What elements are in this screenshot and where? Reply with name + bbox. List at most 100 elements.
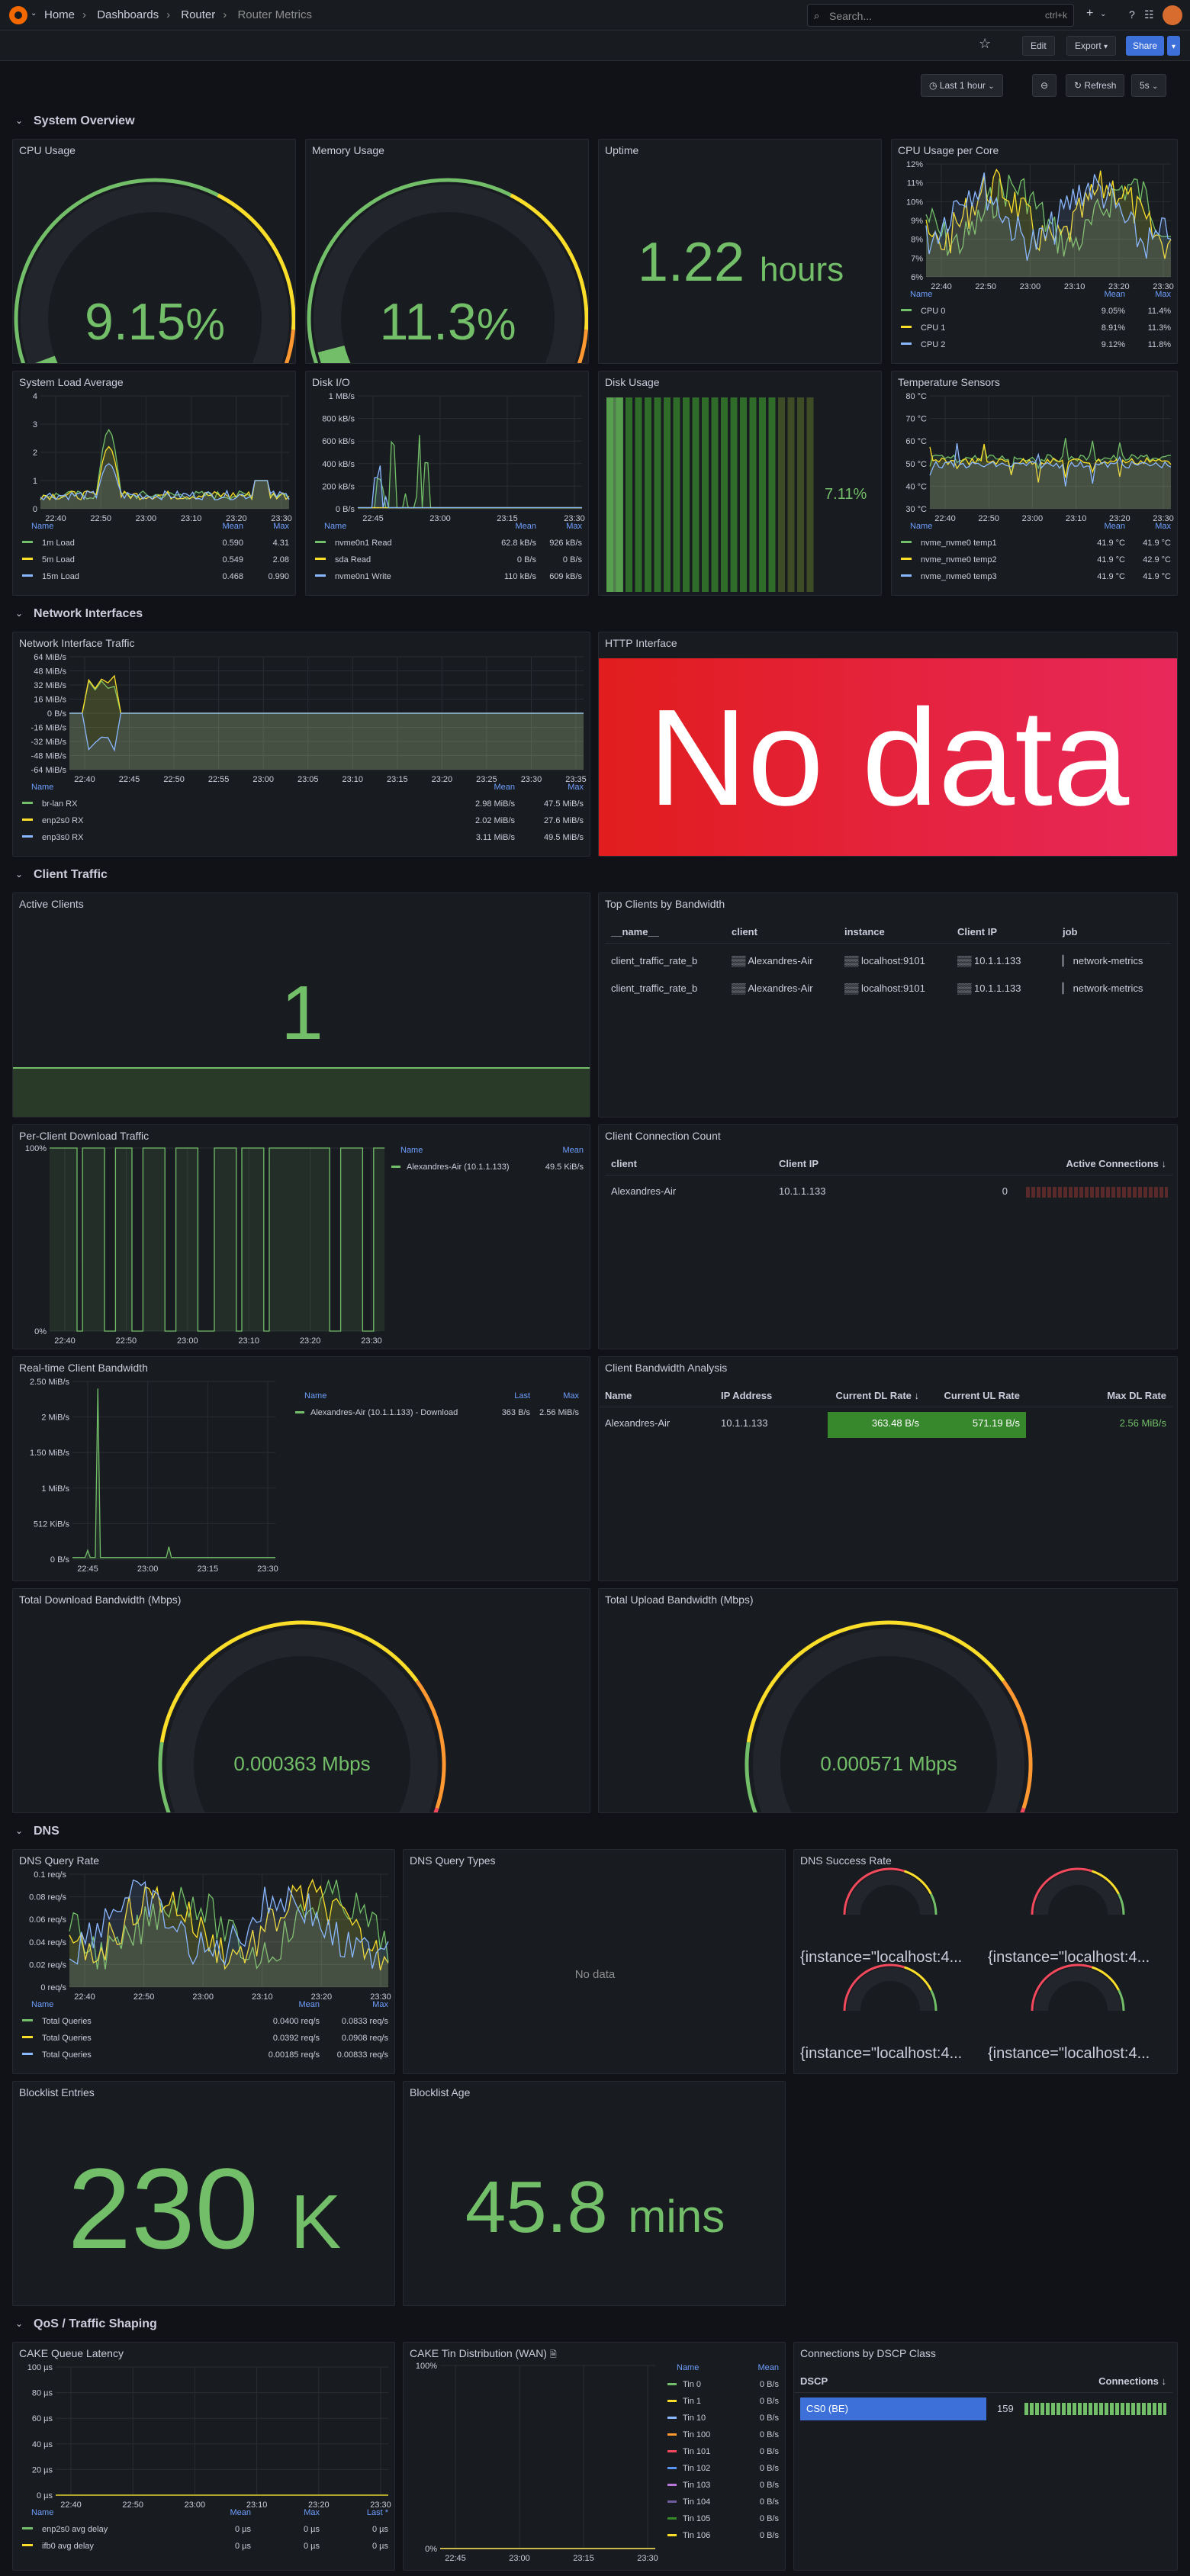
panel-title: Top Clients by Bandwidth [605, 898, 725, 910]
disk-usage-bar [740, 397, 747, 592]
legend-swatch [667, 2517, 677, 2520]
star-icon[interactable]: ☆ [979, 36, 991, 52]
legend-swatch [22, 574, 33, 577]
tick-label: 60 µs [32, 2414, 53, 2423]
panel-dscp: Connections by DSCP Class DSCP Connection… [793, 2342, 1178, 2571]
panel-title: Connections by DSCP Class [800, 2347, 936, 2359]
row-qos[interactable]: ⌄ QoS / Traffic Shaping [0, 2311, 1190, 2337]
table-cell: client_traffic_rate_b [611, 955, 698, 966]
legend-label: Alexandres-Air (10.1.1.133) [407, 1163, 510, 1172]
legend-label: 1m Load [42, 539, 75, 548]
table-header: client [725, 921, 838, 944]
plus-icon[interactable]: + [1086, 7, 1093, 21]
legend-value: 110 kB/s [504, 572, 536, 581]
legend-header: Name [324, 522, 346, 531]
disk-usage-bar [692, 397, 700, 592]
refresh-interval-picker[interactable]: 5s ⌄ [1131, 74, 1167, 97]
search-input[interactable]: ⌕ Search... ctrl+k [807, 4, 1074, 27]
search-icon: ⌕ [814, 10, 820, 21]
gauge-track [847, 1967, 934, 2012]
legend-label: nvme0n1 Write [335, 572, 391, 581]
gauge-track [847, 1871, 934, 1915]
share-button[interactable]: Share [1126, 36, 1165, 56]
tick-label: -48 MiB/s [31, 752, 67, 761]
row-dns[interactable]: ⌄ DNS [0, 1819, 1190, 1844]
disk-usage-bar [664, 397, 671, 592]
tick-label: -64 MiB/s [31, 766, 67, 775]
series-fill [50, 1148, 385, 1331]
tick-label: 1.50 MiB/s [30, 1449, 69, 1458]
panel-disk-usage: Disk Usage 7.11% [598, 371, 882, 596]
panel-active-clients: Active Clients 1 [12, 892, 590, 1118]
tick-label: 22:45 [362, 514, 384, 523]
row-system-overview[interactable]: ⌄ System Overview [0, 108, 1190, 134]
legend-header: Name [304, 1391, 326, 1401]
chevron-down-icon: ⌄ [15, 869, 24, 880]
gauge-track [1034, 1967, 1121, 2012]
tick-label: 23:00 [136, 514, 157, 523]
legend-swatch [667, 2500, 677, 2503]
row-network-interfaces[interactable]: ⌄ Network Interfaces [0, 601, 1190, 627]
legend-swatch [391, 1166, 400, 1168]
table-header: Current DL Rate ↓ [828, 1384, 925, 1407]
panel-http-interface: HTTP Interface No data [598, 632, 1178, 857]
row-client-traffic[interactable]: ⌄ Client Traffic [0, 862, 1190, 888]
legend-label: Tin 10 [683, 2414, 706, 2423]
legend-value: 0 B/s [760, 2397, 780, 2406]
panel-cake-latency: CAKE Queue Latency 100 µs 80 µs 60 µs 40 µs… [12, 2342, 395, 2571]
table-cell: ▏ network-metrics [1063, 982, 1143, 994]
legend-swatch [667, 2383, 677, 2385]
series-fill [69, 713, 584, 770]
table-header: Connections ↓ [947, 2370, 1172, 2393]
legend-header: Name [910, 290, 932, 299]
legend-swatch [22, 2053, 33, 2055]
legend-label: Tin 102 [683, 2464, 710, 2473]
chevron-down-icon: ⌄ [15, 2318, 24, 2329]
breadcrumb-dashboards[interactable]: Dashboards [97, 8, 159, 21]
tick-label: 0.08 req/s [29, 1893, 66, 1902]
legend-value: 49.5 MiB/s [544, 833, 584, 842]
export-button[interactable]: Export ▾ [1066, 36, 1117, 56]
time-range-picker[interactable]: ◷ Last 1 hour ⌄ [921, 74, 1003, 97]
table-cell-ul: 571.19 B/s [925, 1412, 1026, 1438]
panel-title: Blocklist Entries [19, 2086, 95, 2098]
gauge-track [753, 1629, 1024, 1812]
legend-swatch [667, 2400, 677, 2402]
breadcrumb-router[interactable]: Router [181, 8, 215, 21]
legend-label: Alexandres-Air (10.1.1.133) - Download [310, 1408, 458, 1417]
series-fill [72, 1388, 275, 1559]
share-dropdown-button[interactable]: ▾ [1167, 36, 1181, 56]
help-icon[interactable]: ? [1129, 8, 1135, 21]
chevron-down-icon[interactable]: ⌄ [1100, 10, 1106, 18]
news-icon[interactable]: ☷ [1144, 8, 1154, 21]
refresh-button[interactable]: ↻ Refresh [1066, 74, 1125, 97]
legend-header: Max [568, 783, 584, 792]
table-header: Active Connections ↓ [925, 1153, 1172, 1175]
avatar[interactable] [1163, 5, 1182, 25]
legend-swatch [22, 2544, 33, 2546]
legend-value: 3.11 MiB/s [476, 833, 516, 842]
panel-cpu-usage: CPU Usage 9.15% [12, 139, 296, 364]
breadcrumb-home[interactable]: Home [44, 8, 75, 21]
chevron-down-icon[interactable]: ⌄ [31, 9, 37, 18]
tick-label: 9% [911, 217, 923, 226]
tick-label: 20 µs [32, 2465, 53, 2475]
zoom-out-button[interactable]: ⊖ [1032, 74, 1057, 97]
legend-swatch [667, 2450, 677, 2452]
grafana-logo-icon[interactable] [9, 6, 27, 24]
tick-label: 23:15 [198, 1565, 219, 1574]
legend-swatch [901, 326, 912, 328]
edit-button[interactable]: Edit [1022, 36, 1055, 56]
tick-label: 23:00 [509, 2554, 530, 2563]
tick-label: 200 kB/s [322, 482, 355, 491]
disk-usage-bar [702, 397, 709, 592]
dns-gauge-label: {instance="localhost:4... [800, 1949, 963, 1966]
tick-label: 23:00 [177, 1336, 198, 1346]
tick-label: 60 °C [905, 437, 927, 446]
tick-label: 2 [33, 449, 37, 458]
disk-usage-bar [635, 397, 642, 592]
tick-label: 23:05 [298, 775, 319, 784]
legend-header: Mean [494, 783, 515, 792]
panel-title: HTTP Interface [605, 637, 677, 649]
tick-label: 22:50 [133, 1992, 155, 2002]
